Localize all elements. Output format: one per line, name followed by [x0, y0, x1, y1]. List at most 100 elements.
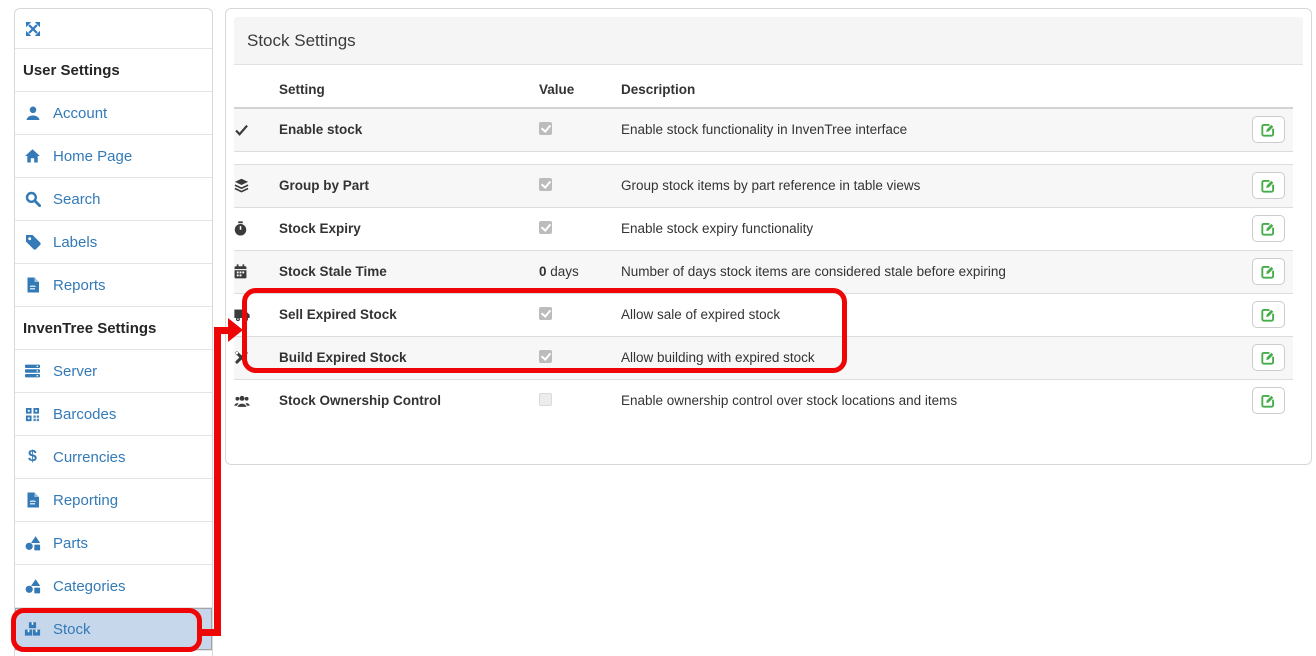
shapes-icon [23, 578, 42, 594]
page-title: Stock Settings [247, 31, 356, 51]
edit-icon [1261, 178, 1276, 193]
actions-cell [1229, 207, 1293, 250]
setting-value [539, 336, 621, 379]
edit-icon [1261, 221, 1276, 236]
panel-header: Stock Settings [234, 17, 1303, 65]
actions-cell [1229, 164, 1293, 207]
sidebar-item-label: Account [53, 105, 107, 122]
table-row: Sell Expired Stock Allow sale of expired… [234, 293, 1293, 336]
sidebar-item-home-page[interactable]: Home Page [15, 135, 212, 178]
setting-value [539, 164, 621, 207]
sidebar-item-label: Barcodes [53, 406, 116, 423]
value-checkbox [539, 122, 552, 135]
table-spacer-row [234, 151, 1293, 164]
sidebar-item-parts[interactable]: Parts [15, 522, 212, 565]
setting-description: Enable ownership control over stock loca… [621, 379, 1229, 422]
sidebar-item-label: Labels [53, 234, 97, 251]
actions-cell [1229, 108, 1293, 151]
table-row: Build Expired Stock Allow building with … [234, 336, 1293, 379]
expand-arrows-icon [23, 21, 42, 37]
column-header-icon [234, 75, 279, 108]
setting-value [539, 207, 621, 250]
value-checkbox [539, 350, 552, 363]
sidebar-item-labels[interactable]: Labels [15, 221, 212, 264]
value-checkbox [539, 221, 552, 234]
value-checkbox [539, 393, 552, 406]
sidebar-header-inventree-settings: InvenTree Settings [15, 307, 212, 350]
sidebar-item-label: Search [53, 191, 101, 208]
table-row: Stock Stale Time 0 days Number of days s… [234, 250, 1293, 293]
edit-icon [1261, 264, 1276, 279]
sidebar-item-label: Currencies [53, 449, 126, 466]
sidebar-item-reports[interactable]: Reports [15, 264, 212, 307]
table-row: Group by Part Group stock items by part … [234, 164, 1293, 207]
column-header-setting: Setting [279, 75, 539, 108]
table-row: Stock Ownership Control Enable ownership… [234, 379, 1293, 422]
setting-name: Build Expired Stock [279, 336, 539, 379]
edit-setting-button[interactable] [1252, 116, 1285, 143]
table-row: Stock Expiry Enable stock expiry functio… [234, 207, 1293, 250]
setting-value: 0 days [539, 250, 621, 293]
setting-name: Group by Part [279, 164, 539, 207]
setting-name: Sell Expired Stock [279, 293, 539, 336]
setting-value [539, 293, 621, 336]
sidebar-item-label: Stock [53, 621, 91, 638]
annotation-connector-line [214, 327, 221, 636]
column-header-value: Value [539, 75, 621, 108]
column-header-description: Description [621, 75, 1229, 108]
stopwatch-icon [234, 207, 279, 250]
check-icon [234, 108, 279, 151]
search-icon [23, 191, 42, 207]
sidebar-item-label: Parts [53, 535, 88, 552]
sidebar-header-user-settings: User Settings [15, 49, 212, 92]
sidebar-collapse-toggle[interactable] [15, 9, 212, 49]
user-icon [23, 105, 42, 121]
shapes-icon [23, 535, 42, 551]
edit-setting-button[interactable] [1252, 301, 1285, 328]
value-number: 0 [539, 264, 547, 279]
calendar-icon [234, 250, 279, 293]
sidebar-item-reporting[interactable]: Reporting [15, 479, 212, 522]
table-row: Enable stock Enable stock functionality … [234, 108, 1293, 151]
sidebar-item-label: Reports [53, 277, 106, 294]
setting-description: Allow sale of expired stock [621, 293, 1229, 336]
qrcode-icon [23, 407, 42, 422]
setting-name: Stock Ownership Control [279, 379, 539, 422]
setting-name: Stock Stale Time [279, 250, 539, 293]
sidebar-item-currencies[interactable]: $ Currencies [15, 436, 212, 479]
tools-icon [234, 336, 279, 379]
setting-description: Group stock items by part reference in t… [621, 164, 1229, 207]
stock-settings-panel: Stock Settings Setting Value Description… [225, 8, 1312, 465]
actions-cell [1229, 250, 1293, 293]
edit-setting-button[interactable] [1252, 344, 1285, 371]
edit-icon [1261, 350, 1276, 365]
sidebar-item-search[interactable]: Search [15, 178, 212, 221]
sidebar-header-label: User Settings [23, 62, 120, 79]
edit-icon [1261, 307, 1276, 322]
edit-setting-button[interactable] [1252, 215, 1285, 242]
sidebar-item-categories[interactable]: Categories [15, 565, 212, 608]
boxes-icon [23, 621, 42, 637]
dollar-icon: $ [23, 449, 42, 465]
value-checkbox [539, 307, 552, 320]
tag-icon [23, 234, 42, 250]
edit-setting-button[interactable] [1252, 172, 1285, 199]
edit-icon [1261, 122, 1276, 137]
column-header-actions [1229, 75, 1293, 108]
home-icon [23, 148, 42, 164]
file-pdf-icon [23, 492, 42, 508]
edit-setting-button[interactable] [1252, 387, 1285, 414]
sidebar-item-account[interactable]: Account [15, 92, 212, 135]
actions-cell [1229, 293, 1293, 336]
settings-sidebar: User Settings Account Home Page Search [14, 8, 213, 656]
settings-table: Setting Value Description Enable stock E… [234, 75, 1293, 422]
sidebar-item-server[interactable]: Server [15, 350, 212, 393]
setting-description: Enable stock expiry functionality [621, 207, 1229, 250]
sidebar-item-barcodes[interactable]: Barcodes [15, 393, 212, 436]
setting-name: Enable stock [279, 108, 539, 151]
sidebar-item-label: Categories [53, 578, 126, 595]
edit-setting-button[interactable] [1252, 258, 1285, 285]
setting-name: Stock Expiry [279, 207, 539, 250]
truck-icon [234, 293, 279, 336]
sidebar-item-stock[interactable]: Stock [15, 608, 212, 651]
